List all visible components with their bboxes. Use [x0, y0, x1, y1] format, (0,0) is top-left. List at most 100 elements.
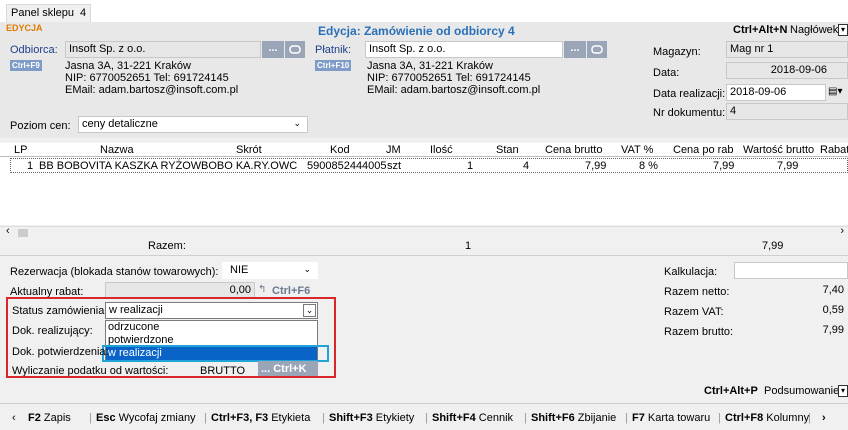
data-field[interactable]: 2018-09-06: [726, 62, 848, 79]
col-skrot[interactable]: Skrót: [236, 144, 262, 156]
col-ilosc[interactable]: Ilość: [430, 144, 453, 156]
fkey-wycofaj[interactable]: Esc Wycofaj zmiany: [96, 412, 196, 424]
razem-brutto-value: 7,99: [822, 324, 844, 336]
poziom-cen-value: ceny detaliczne: [82, 118, 158, 130]
fkey-separator: |: [524, 412, 527, 424]
odbiorca-shortcut-button[interactable]: Ctrl+F9: [10, 60, 42, 71]
platnik-field[interactable]: Insoft Sp. z o.o.: [365, 41, 563, 58]
header-label: Nagłówek: [790, 24, 839, 36]
razem-brutto-label: Razem brutto:: [664, 326, 734, 338]
scroll-thumb[interactable]: [18, 229, 28, 237]
cell-ilosc: 1: [467, 160, 474, 172]
rezerwacja-value: NIE: [230, 264, 249, 276]
fkeys-prev-icon[interactable]: ‹: [12, 412, 16, 424]
fkey-zbijanie[interactable]: Shift+F6 Zbijanie: [531, 412, 616, 424]
podsumowanie-toggle-icon[interactable]: ▾: [838, 385, 848, 397]
odbiorca-email: EMail: adam.bartosz@insoft.com.pl: [65, 84, 239, 96]
podsumowanie-label: Podsumowanie: [764, 385, 840, 397]
platnik-link-icon[interactable]: [587, 41, 607, 58]
odbiorca-label: Odbiorca:: [10, 44, 58, 56]
platnik-shortcut-button[interactable]: Ctrl+F10: [315, 60, 352, 71]
fkey-separator: |: [89, 412, 92, 424]
cell-skrot: BOBO KA.RY.OWC: [201, 160, 298, 172]
platnik-dots-button[interactable]: ...: [564, 41, 586, 58]
data-realizacji-label: Data realizacji:: [653, 88, 726, 100]
cell-lp: 1: [27, 160, 34, 172]
fkey-karta-towaru[interactable]: F7 Karta towaru: [632, 412, 710, 424]
fkey-separator: |: [808, 412, 811, 424]
odbiorca-nip: NIP: 6770052651 Tel: 691724145: [65, 72, 229, 84]
data-realizacji-field[interactable]: 2018-09-06: [726, 84, 826, 101]
platnik-nip: NIP: 6770052651 Tel: 691724145: [367, 72, 531, 84]
tab-strip: Panel sklepu 4: [0, 0, 848, 22]
nr-dokumentu-label: Nr dokumentu:: [653, 107, 726, 119]
col-stan[interactable]: Stan: [496, 144, 519, 156]
cell-kod: 5900852444005: [307, 160, 387, 172]
kalkulacja-field[interactable]: [734, 262, 848, 279]
rabat-shortcut[interactable]: Ctrl+F6: [272, 285, 310, 297]
cell-cena-brutto: 7,99: [585, 160, 607, 172]
fkey-cennik[interactable]: Shift+F4 Cennik: [432, 412, 513, 424]
col-nazwa[interactable]: Nazwa: [100, 144, 134, 156]
odbiorca-field[interactable]: Insoft Sp. z o.o.: [65, 41, 261, 58]
mode-label: EDYCJA: [6, 23, 43, 33]
rezerwacja-select[interactable]: NIE ⌄: [222, 262, 318, 279]
fkey-separator: |: [322, 412, 325, 424]
fkey-separator: |: [718, 412, 721, 424]
cell-jm: szt: [387, 160, 402, 172]
scroll-left-icon[interactable]: ‹: [6, 225, 10, 237]
odbiorca-link-icon[interactable]: [285, 41, 305, 58]
cell-nazwa: BB BOBOVITA KASZKA RYŻOW: [39, 160, 202, 172]
col-vat[interactable]: VAT %: [621, 144, 653, 156]
razem-total: 7,99: [762, 240, 784, 252]
header-toggle-icon[interactable]: ▾: [838, 24, 848, 36]
tab-label: Panel sklepu: [11, 7, 74, 19]
fkey-kolumny[interactable]: Ctrl+F8 Kolumny: [725, 412, 809, 424]
nr-dokumentu-field[interactable]: 4: [726, 103, 848, 120]
col-lp[interactable]: LP: [14, 144, 27, 156]
col-wartosc-brutto[interactable]: Wartość brutto: [743, 144, 814, 156]
fkey-separator: |: [625, 412, 628, 424]
razem-row: Razem: 1 7,99: [0, 238, 848, 254]
fkey-zapis[interactable]: F2 Zapis: [28, 412, 71, 424]
col-cena-po-rab[interactable]: Cena po rab: [673, 144, 734, 156]
data-label: Data:: [653, 67, 680, 79]
fkeys-next-icon[interactable]: ›: [822, 412, 826, 424]
calendar-dropdown-icon[interactable]: ▤▾: [828, 86, 842, 97]
cell-cena-po-rab: 7,99: [713, 160, 735, 172]
col-jm[interactable]: JM: [386, 144, 401, 156]
poziom-cen-select[interactable]: ceny detaliczne ⌄: [78, 116, 308, 133]
col-cena-brutto[interactable]: Cena brutto: [545, 144, 602, 156]
razem-qty: 1: [465, 240, 472, 252]
razem-netto-value: 7,40: [822, 284, 844, 296]
function-key-bar: ‹ F2 Zapis | Esc Wycofaj zmiany | Ctrl+F…: [0, 403, 848, 430]
cell-vat: 8 %: [639, 160, 658, 172]
table-row[interactable]: 1 BB BOBOVITA KASZKA RYŻOW BOBO KA.RY.OW…: [10, 158, 848, 173]
odbiorca-dots-button[interactable]: ...: [262, 41, 284, 58]
odbiorca-address: Jasna 3A, 31-221 Kraków: [65, 60, 191, 72]
rezerwacja-label: Rezerwacja (blokada stanów towarowych):: [10, 266, 219, 278]
razem-netto-label: Razem netto:: [664, 286, 730, 298]
magazyn-field[interactable]: Mag nr 1: [726, 41, 848, 58]
chevron-down-icon: ⌄: [293, 118, 301, 128]
podsumowanie-shortcut: Ctrl+Alt+P: [704, 385, 758, 397]
highlight-red-box: [6, 297, 336, 378]
kalkulacja-label: Kalkulacja:: [664, 266, 718, 278]
fkey-separator: |: [425, 412, 428, 424]
fkey-etykiety[interactable]: Shift+F3 Etykiety: [329, 412, 414, 424]
cell-stan: 4: [523, 160, 530, 172]
fkey-etykieta[interactable]: Ctrl+F3, F3 Etykieta: [211, 412, 310, 424]
col-rabat[interactable]: Rabat: [820, 144, 848, 156]
horizontal-scrollbar[interactable]: ‹ ›: [0, 225, 848, 238]
scroll-right-icon[interactable]: ›: [840, 225, 844, 237]
razem-label: Razem:: [148, 240, 186, 252]
tab-number: 4: [80, 7, 87, 19]
grid-header: LP Nazwa Skrót Kod JM Ilość Stan Cena br…: [0, 143, 848, 157]
tab-panel-sklepu[interactable]: Panel sklepu 4: [6, 4, 92, 22]
divider: [0, 255, 848, 256]
chevron-down-icon: ⌄: [303, 264, 311, 274]
col-kod[interactable]: Kod: [330, 144, 350, 156]
platnik-email: EMail: adam.bartosz@insoft.com.pl: [367, 84, 541, 96]
fkey-separator: |: [204, 412, 207, 424]
rabat-arrow-icon[interactable]: ↰: [258, 284, 266, 295]
